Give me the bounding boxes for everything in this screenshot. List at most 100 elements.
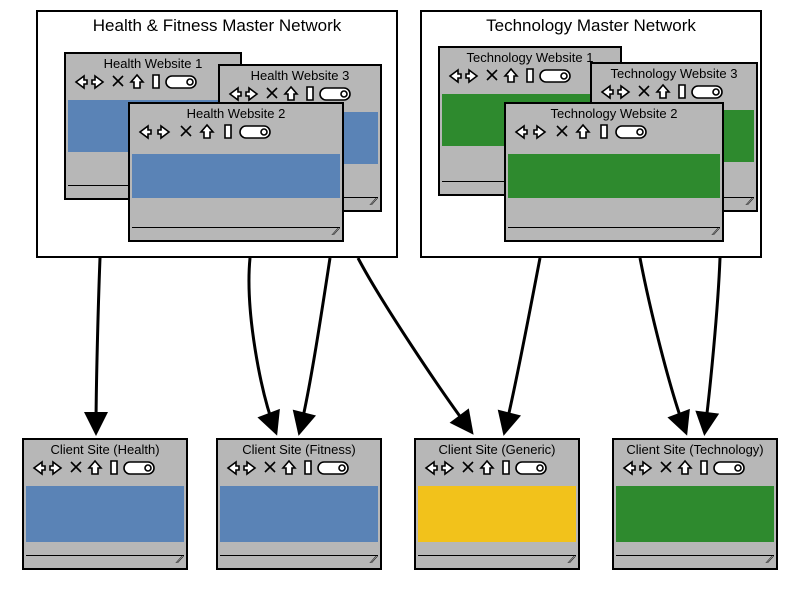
page-icon[interactable] [106, 459, 120, 477]
status-bar: ⁄⁄ [132, 227, 340, 238]
status-bar: ⁄⁄ [220, 555, 378, 566]
stop-icon[interactable] [110, 73, 126, 91]
resize-grip-icon[interactable]: ⁄⁄ [746, 198, 752, 208]
stop-icon[interactable] [484, 67, 500, 85]
client-site-generic: Client Site (Generic) ⁄⁄ [414, 438, 580, 570]
page-body [418, 486, 576, 542]
browser-toolbar [614, 457, 776, 480]
browser-toolbar [66, 71, 240, 94]
forward-icon[interactable] [245, 85, 261, 103]
back-icon[interactable] [512, 123, 530, 143]
home-icon[interactable] [677, 459, 693, 477]
arrow-client-generic [505, 258, 540, 430]
back-icon[interactable] [422, 459, 438, 477]
stop-icon[interactable] [264, 85, 280, 103]
back-icon[interactable] [598, 83, 614, 101]
browser-title: Client Site (Technology) [614, 442, 776, 457]
url-bar[interactable] [239, 123, 279, 143]
stop-icon[interactable] [658, 459, 674, 477]
master-title-health: Health & Fitness Master Network [38, 16, 396, 36]
page-icon[interactable] [522, 67, 536, 85]
client-site-fitness: Client Site (Fitness) ⁄⁄ [216, 438, 382, 570]
page-icon[interactable] [696, 459, 710, 477]
home-icon[interactable] [479, 459, 495, 477]
resize-grip-icon[interactable]: ⁄⁄ [176, 556, 182, 566]
forward-icon[interactable] [91, 73, 107, 91]
stop-icon[interactable] [636, 83, 652, 101]
browser-tech-2: Technology Website 2 ⁄⁄ [504, 102, 724, 242]
forward-icon[interactable] [157, 123, 175, 143]
back-icon[interactable] [620, 459, 636, 477]
page-icon[interactable] [220, 123, 236, 143]
url-bar[interactable] [165, 73, 199, 91]
resize-grip-icon[interactable]: ⁄⁄ [332, 228, 338, 238]
status-bar: ⁄⁄ [508, 227, 720, 238]
forward-icon[interactable] [639, 459, 655, 477]
browser-title: Client Site (Fitness) [218, 442, 380, 457]
browser-toolbar [24, 457, 186, 480]
home-icon[interactable] [655, 83, 671, 101]
browser-toolbar [506, 121, 722, 146]
client-site-health: Client Site (Health) ⁄⁄ [22, 438, 188, 570]
browser-title: Health Website 2 [130, 106, 342, 121]
status-bar: ⁄⁄ [418, 555, 576, 566]
arrow-client-generic [358, 258, 470, 430]
stop-icon[interactable] [68, 459, 84, 477]
resize-grip-icon[interactable]: ⁄⁄ [712, 228, 718, 238]
browser-health-2: Health Website 2 ⁄⁄ [128, 102, 344, 242]
forward-icon[interactable] [243, 459, 259, 477]
url-bar[interactable] [713, 459, 747, 477]
url-bar[interactable] [317, 459, 351, 477]
resize-grip-icon[interactable]: ⁄⁄ [370, 198, 376, 208]
back-icon[interactable] [30, 459, 46, 477]
url-bar[interactable] [539, 67, 573, 85]
status-bar: ⁄⁄ [26, 555, 184, 566]
page-icon[interactable] [300, 459, 314, 477]
resize-grip-icon[interactable]: ⁄⁄ [766, 556, 772, 566]
url-bar[interactable] [691, 83, 725, 101]
resize-grip-icon[interactable]: ⁄⁄ [370, 556, 376, 566]
arrow-client-technology-b [705, 258, 720, 430]
status-bar: ⁄⁄ [616, 555, 774, 566]
back-icon[interactable] [446, 67, 462, 85]
browser-title: Client Site (Health) [24, 442, 186, 457]
url-bar[interactable] [515, 459, 549, 477]
page-body [220, 486, 378, 542]
page-icon[interactable] [498, 459, 512, 477]
home-icon[interactable] [129, 73, 145, 91]
page-icon[interactable] [674, 83, 688, 101]
page-icon[interactable] [148, 73, 162, 91]
master-title-tech: Technology Master Network [422, 16, 760, 36]
stop-icon[interactable] [554, 123, 572, 143]
url-bar[interactable] [615, 123, 655, 143]
browser-toolbar [218, 457, 380, 480]
forward-icon[interactable] [465, 67, 481, 85]
browser-title: Client Site (Generic) [416, 442, 578, 457]
arrow-client-fitness [249, 258, 275, 430]
forward-icon[interactable] [441, 459, 457, 477]
page-icon[interactable] [596, 123, 612, 143]
browser-title: Technology Website 3 [592, 66, 756, 81]
home-icon[interactable] [199, 123, 217, 143]
home-icon[interactable] [87, 459, 103, 477]
home-icon[interactable] [283, 85, 299, 103]
resize-grip-icon[interactable]: ⁄⁄ [568, 556, 574, 566]
forward-icon[interactable] [49, 459, 65, 477]
browser-toolbar [416, 457, 578, 480]
back-icon[interactable] [224, 459, 240, 477]
home-icon[interactable] [281, 459, 297, 477]
stop-icon[interactable] [460, 459, 476, 477]
back-icon[interactable] [226, 85, 242, 103]
browser-title: Health Website 3 [220, 68, 380, 83]
url-bar[interactable] [123, 459, 157, 477]
home-icon[interactable] [575, 123, 593, 143]
stop-icon[interactable] [262, 459, 278, 477]
home-icon[interactable] [503, 67, 519, 85]
back-icon[interactable] [136, 123, 154, 143]
stop-icon[interactable] [178, 123, 196, 143]
url-bar[interactable] [319, 85, 353, 103]
page-icon[interactable] [302, 85, 316, 103]
forward-icon[interactable] [617, 83, 633, 101]
back-icon[interactable] [72, 73, 88, 91]
forward-icon[interactable] [533, 123, 551, 143]
